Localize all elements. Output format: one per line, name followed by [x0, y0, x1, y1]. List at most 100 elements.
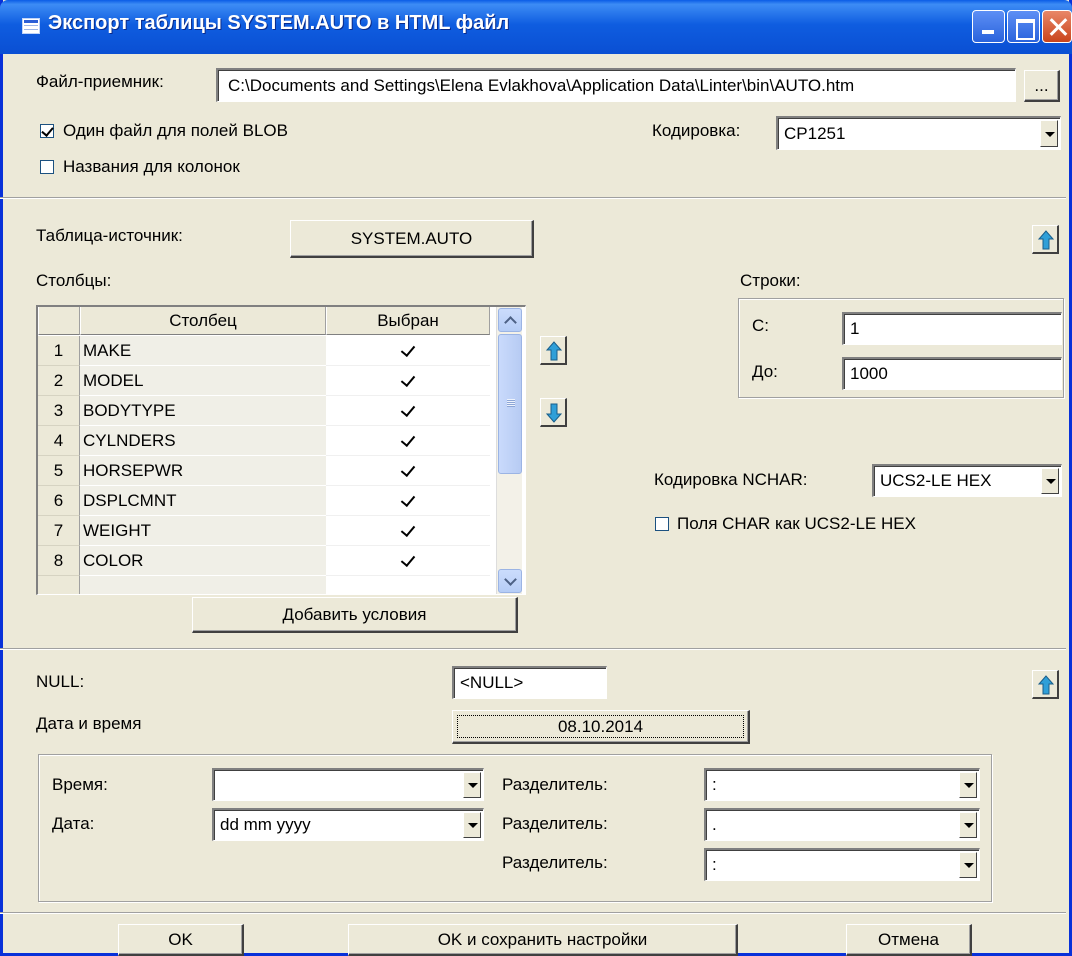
char-as-ucs2-checkbox[interactable] [655, 517, 669, 531]
table-row[interactable]: 4 CYLNDERS [38, 426, 496, 456]
maximize-button[interactable] [1007, 10, 1040, 43]
nchar-encoding-select[interactable]: UCS2-LE HEX [872, 464, 1062, 497]
column-header-selected[interactable]: Выбран [326, 307, 490, 335]
file-path-text: C:\Documents and Settings\Elena Evlakhov… [228, 75, 855, 95]
date-sep-label: Разделитель: [502, 814, 608, 833]
table-row[interactable]: 7 WEIGHT [38, 516, 496, 546]
title-bar[interactable]: Экспорт таблицы SYSTEM.AUTO в HTML файл [0, 0, 1072, 54]
selected-checkbox-cell[interactable] [326, 396, 490, 426]
column-name-cell[interactable]: CYLNDERS [80, 426, 326, 456]
grid-scrollbar[interactable] [496, 307, 522, 594]
date-format-select[interactable]: dd mm yyyy [212, 808, 484, 841]
chevron-down-icon[interactable] [463, 772, 481, 798]
column-name-cell[interactable]: MAKE [80, 336, 326, 366]
null-value-input[interactable]: <NULL> [452, 666, 607, 699]
arrow-down-icon [546, 403, 562, 423]
one-file-blob-checkbox[interactable] [40, 124, 54, 138]
chevron-down-icon[interactable] [959, 812, 977, 838]
separator [0, 912, 1066, 914]
one-file-blob-label: Один файл для полей BLOB [63, 121, 288, 140]
selected-checkbox-cell [326, 576, 490, 594]
scroll-up-button[interactable] [498, 308, 522, 332]
table-row[interactable]: 8 COLOR [38, 546, 496, 576]
arrow-up-icon [1038, 230, 1054, 250]
column-names-label: Названия для колонок [63, 157, 240, 176]
date-format-value: dd mm yyyy [220, 815, 311, 834]
source-table-button[interactable]: SYSTEM.AUTO [290, 220, 534, 258]
file-path-input[interactable]: C:\Documents and Settings\Elena Evlakhov… [216, 68, 1016, 102]
selected-checkbox-cell[interactable] [326, 546, 490, 576]
date-sep-value: . [712, 815, 717, 834]
row-number: 6 [38, 486, 80, 516]
row-number: 2 [38, 366, 80, 396]
minimize-button[interactable] [972, 10, 1005, 43]
rows-to-label: До: [752, 362, 778, 381]
move-up-button[interactable] [540, 336, 567, 365]
columns-label: Столбцы: [36, 271, 112, 290]
browse-button[interactable]: ... [1024, 70, 1060, 102]
table-row[interactable]: 1 MAKE [38, 336, 496, 366]
columns-grid[interactable]: Столбец Выбран 1 MAKE 2 MODEL 3 BODYTYPE 4 CYLN… [36, 305, 526, 595]
rows-to-input[interactable]: 1000 [842, 357, 1062, 390]
encoding-select[interactable]: CP1251 [776, 116, 1061, 150]
row-number: 8 [38, 546, 80, 576]
date-sep-select[interactable]: . [704, 808, 980, 841]
table-row[interactable]: 5 HORSEPWR [38, 456, 496, 486]
encoding-value: CP1251 [784, 123, 846, 143]
scroll-thumb[interactable] [498, 334, 522, 474]
column-name-cell[interactable]: COLOR [80, 546, 326, 576]
scroll-down-button[interactable] [498, 569, 522, 593]
selected-checkbox-cell[interactable] [326, 426, 490, 456]
separator [0, 197, 1066, 199]
datetime-preview-button[interactable]: 08.10.2014 [452, 710, 750, 744]
column-name-cell[interactable]: DSPLCMNT [80, 486, 326, 516]
chevron-down-icon[interactable] [463, 812, 481, 838]
cancel-button[interactable]: Отмена [846, 924, 972, 956]
third-sep-select[interactable]: : [704, 848, 980, 881]
arrow-up-icon [1038, 675, 1054, 695]
selected-checkbox-cell[interactable] [326, 516, 490, 546]
column-name-cell[interactable]: HORSEPWR [80, 456, 326, 486]
chevron-down-icon[interactable] [1041, 468, 1059, 494]
chevron-down-icon[interactable] [959, 772, 977, 798]
checkmark-icon [400, 521, 416, 538]
chevron-down-icon[interactable] [959, 852, 977, 878]
separator [0, 648, 1066, 650]
checkmark-icon [400, 401, 416, 418]
time-label: Время: [52, 775, 108, 794]
collapse-section-button[interactable] [1032, 670, 1059, 699]
column-names-checkbox[interactable] [40, 160, 54, 174]
column-name-cell[interactable]: WEIGHT [80, 516, 326, 546]
row-number: 3 [38, 396, 80, 426]
column-header-name[interactable]: Столбец [80, 307, 326, 335]
collapse-section-button[interactable] [1032, 225, 1059, 254]
ok-save-button[interactable]: OK и сохранить настройки [348, 924, 738, 956]
move-down-button[interactable] [540, 398, 567, 427]
chevron-down-icon[interactable] [1040, 120, 1058, 147]
column-name-cell[interactable]: MODEL [80, 366, 326, 396]
checkmark-icon [400, 491, 416, 508]
time-sep-select[interactable]: : [704, 768, 980, 801]
table-row[interactable]: 2 MODEL [38, 366, 496, 396]
ok-button[interactable]: OK [118, 924, 244, 956]
selected-checkbox-cell[interactable] [326, 486, 490, 516]
selected-checkbox-cell[interactable] [326, 456, 490, 486]
arrow-up-icon [546, 341, 562, 361]
selected-checkbox-cell[interactable] [326, 366, 490, 396]
checkmark-icon [400, 341, 416, 358]
file-label: Файл-приемник: [36, 72, 164, 91]
nchar-encoding-value: UCS2-LE HEX [880, 471, 992, 490]
column-name-cell[interactable]: BODYTYPE [80, 396, 326, 426]
selected-checkbox-cell[interactable] [326, 336, 490, 366]
encoding-label: Кодировка: [652, 121, 741, 140]
table-row[interactable]: 6 DSPLCMNT [38, 486, 496, 516]
time-format-select[interactable] [212, 768, 484, 801]
close-button[interactable] [1042, 10, 1072, 43]
row-number: 7 [38, 516, 80, 546]
nchar-encoding-label: Кодировка NCHAR: [654, 470, 808, 489]
datetime-preview-text: 08.10.2014 [557, 716, 644, 736]
time-sep-label: Разделитель: [502, 775, 608, 794]
add-conditions-button[interactable]: Добавить условия [192, 597, 518, 633]
rows-from-input[interactable]: 1 [842, 312, 1062, 345]
table-row[interactable]: 3 BODYTYPE [38, 396, 496, 426]
